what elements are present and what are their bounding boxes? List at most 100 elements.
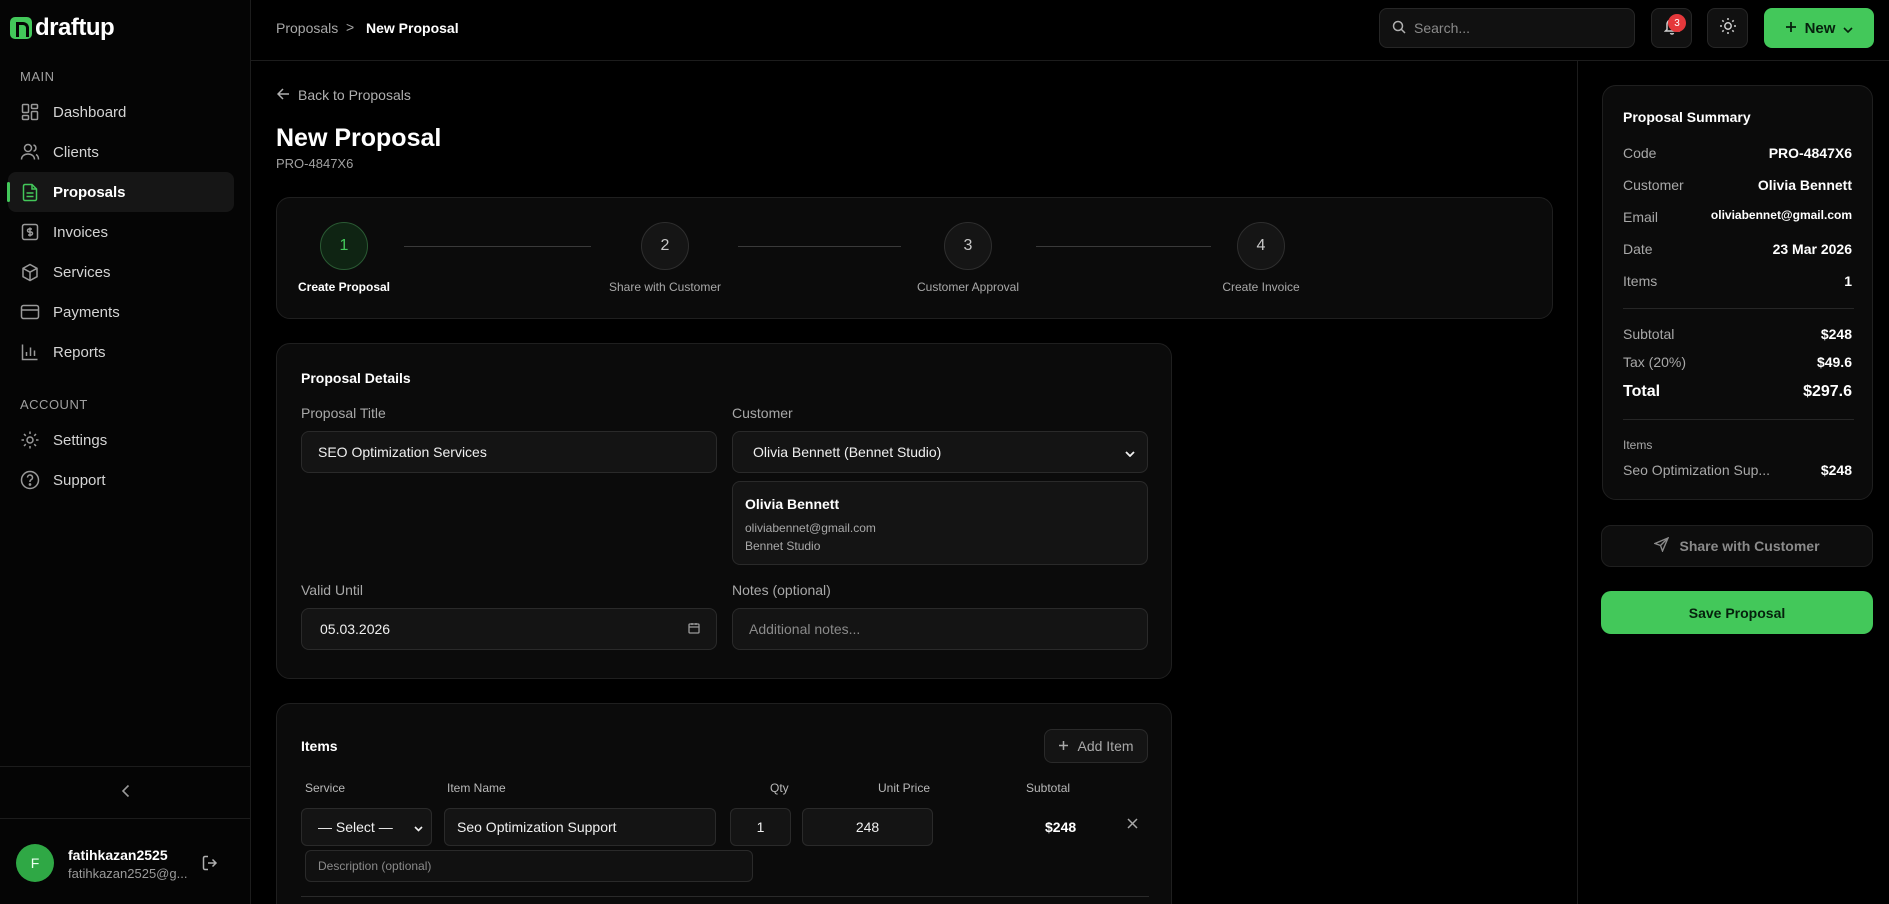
valid-until-input[interactable]: 05.03.2026 xyxy=(301,608,717,650)
users-icon xyxy=(20,142,40,162)
close-icon[interactable] xyxy=(1127,816,1138,834)
summary-tax-value: $49.6 xyxy=(1816,354,1852,370)
new-button-label: New xyxy=(1804,19,1836,37)
help-icon xyxy=(20,470,40,490)
sidebar-item-reports[interactable]: Reports xyxy=(8,332,234,372)
summary-email-label: Email xyxy=(1623,209,1659,225)
arrow-left-icon xyxy=(276,87,290,103)
customer-info-company: Bennet Studio xyxy=(745,539,821,553)
share-with-customer-button[interactable]: Share with Customer xyxy=(1601,525,1873,567)
search-input[interactable]: Search... xyxy=(1379,8,1635,48)
sidebar-item-proposals[interactable]: Proposals xyxy=(7,172,234,212)
valid-until-value: 05.03.2026 xyxy=(320,621,391,637)
summary-date-label: Date xyxy=(1623,241,1653,257)
add-item-label: Add Item xyxy=(1077,738,1134,754)
qty-input[interactable]: 1 xyxy=(730,808,791,846)
items-card: Items Add Item Service Item Name Qty Uni… xyxy=(276,703,1172,904)
step-2-label: Share with Customer xyxy=(608,280,722,294)
invoice-icon xyxy=(20,222,40,242)
main-section-label: MAIN xyxy=(20,69,55,84)
sidebar-item-label: Clients xyxy=(53,143,99,161)
column-header-service: Service xyxy=(305,781,346,795)
column-header-unit-price: Unit Price xyxy=(878,781,931,795)
description-input[interactable]: Description (optional) xyxy=(305,850,753,882)
sidebar-item-clients[interactable]: Clients xyxy=(8,132,234,172)
search-icon xyxy=(1392,20,1406,37)
customer-info-name: Olivia Bennett xyxy=(745,496,840,512)
app-name: draftup xyxy=(35,14,115,41)
breadcrumb-proposals[interactable]: Proposals xyxy=(276,20,338,36)
sidebar-item-services[interactable]: Services xyxy=(8,252,234,292)
logout-icon[interactable] xyxy=(202,855,218,876)
sidebar-item-label: Proposals xyxy=(53,183,126,201)
sidebar-item-label: Services xyxy=(53,263,111,281)
add-item-button[interactable]: Add Item xyxy=(1044,729,1148,763)
summary-item-name: Seo Optimization Sup... xyxy=(1623,462,1771,478)
notes-input[interactable]: Additional notes... xyxy=(732,608,1148,650)
summary-email-value: oliviabennet@gmail.com xyxy=(1710,208,1852,222)
chevron-down-icon xyxy=(414,819,423,835)
proposal-summary-card: Proposal Summary Code PRO-4847X6 Custome… xyxy=(1602,85,1873,500)
summary-date-value: 23 Mar 2026 xyxy=(1772,241,1852,257)
theme-toggle-button[interactable] xyxy=(1707,8,1748,48)
page-title: New Proposal xyxy=(276,124,442,152)
item-name-input[interactable]: Seo Optimization Support xyxy=(444,808,716,846)
divider xyxy=(1623,308,1854,309)
customer-select[interactable]: Olivia Bennett (Bennet Studio) xyxy=(732,431,1148,473)
progress-stepper: 1 Create Proposal 2 Share with Customer … xyxy=(276,197,1553,319)
summary-code-value: PRO-4847X6 xyxy=(1768,145,1852,161)
row-subtotal: $248 xyxy=(1045,819,1077,835)
customer-select-value: Olivia Bennett (Bennet Studio) xyxy=(753,444,942,460)
plus-icon xyxy=(1058,738,1069,754)
user-name: fatihkazan2525 xyxy=(68,847,168,863)
file-icon xyxy=(20,182,40,202)
step-2-circle: 2 xyxy=(641,222,689,270)
avatar[interactable]: F xyxy=(16,844,54,882)
proposal-title-label: Proposal Title xyxy=(301,405,386,421)
summary-total-label: Total xyxy=(1623,383,1661,400)
step-1-label: Create Proposal xyxy=(297,280,391,294)
sidebar-collapse-button[interactable] xyxy=(0,766,251,818)
breadcrumb-current: New Proposal xyxy=(366,20,459,36)
notifications-button[interactable]: 3 xyxy=(1651,8,1692,48)
top-bar: Proposals > New Proposal Search... 3 New xyxy=(251,0,1889,61)
sidebar-item-invoices[interactable]: Invoices xyxy=(8,212,234,252)
customer-info-box: Olivia Bennett oliviabennet@gmail.com Be… xyxy=(732,481,1148,565)
app-logo[interactable]: draftup xyxy=(10,14,115,42)
summary-items-value: 1 xyxy=(1844,273,1852,289)
unit-price-input[interactable]: 248 xyxy=(802,808,933,846)
calendar-icon xyxy=(688,621,700,637)
summary-customer-value: Olivia Bennett xyxy=(1757,177,1852,193)
bar-chart-icon xyxy=(20,342,40,362)
back-to-proposals-link[interactable]: Back to Proposals xyxy=(276,87,411,103)
sidebar-item-label: Support xyxy=(53,471,106,489)
chevron-down-icon xyxy=(1125,444,1135,460)
notification-badge: 3 xyxy=(1668,14,1686,32)
sidebar-item-label: Settings xyxy=(53,431,108,449)
sidebar-item-dashboard[interactable]: Dashboard xyxy=(8,92,234,132)
send-icon xyxy=(1653,536,1670,555)
divider xyxy=(1623,419,1854,420)
sidebar-item-settings[interactable]: Settings xyxy=(8,420,234,460)
sun-icon xyxy=(1719,17,1737,40)
chevron-down-icon xyxy=(1843,20,1853,37)
card-title: Proposal Details xyxy=(301,370,411,386)
proposal-title-input[interactable]: SEO Optimization Services xyxy=(301,431,717,473)
gear-icon xyxy=(20,430,40,450)
breadcrumb-separator: > xyxy=(346,19,355,35)
sidebar-item-support[interactable]: Support xyxy=(8,460,234,500)
search-placeholder: Search... xyxy=(1414,20,1471,36)
box-icon xyxy=(20,262,40,282)
save-proposal-button[interactable]: Save Proposal xyxy=(1601,591,1873,634)
summary-tax-label: Tax (20%) xyxy=(1623,354,1687,370)
summary-subtotal-value: $248 xyxy=(1820,326,1852,342)
service-select[interactable]: — Select — xyxy=(301,808,432,846)
back-link-label: Back to Proposals xyxy=(298,87,411,103)
sidebar-item-payments[interactable]: Payments xyxy=(8,292,234,332)
sidebar-item-label: Invoices xyxy=(53,223,109,241)
share-button-label: Share with Customer xyxy=(1679,538,1820,554)
summary-title: Proposal Summary xyxy=(1623,109,1751,125)
new-button[interactable]: New xyxy=(1764,8,1874,48)
service-select-value: — Select — xyxy=(318,819,393,835)
summary-subtotal-label: Subtotal xyxy=(1623,326,1675,342)
